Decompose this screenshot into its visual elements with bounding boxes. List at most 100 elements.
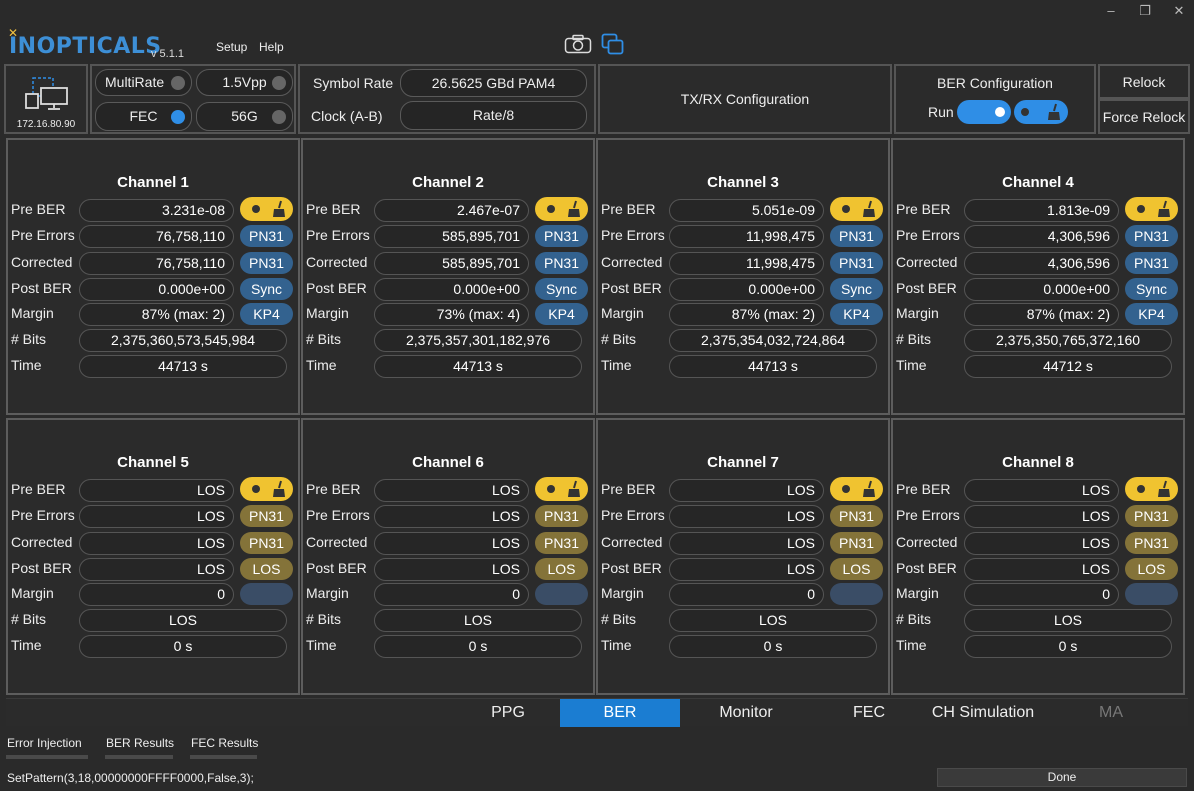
channel-corrected-value: LOS (79, 532, 234, 555)
toggle-knob (1137, 205, 1145, 213)
symbol-rate-panel: Symbol Rate 26.5625 GBd PAM4 Clock (A-B)… (298, 64, 596, 134)
rx-pattern-tag[interactable]: PN31 (830, 252, 883, 274)
fec-type-tag[interactable]: KP4 (535, 303, 588, 325)
row-label: Pre BER (11, 201, 66, 217)
minimize-icon[interactable]: – (1098, 2, 1124, 20)
tab-fec[interactable]: FEC (836, 699, 902, 727)
subtab-underline (6, 755, 88, 759)
broom-icon (863, 480, 875, 497)
rx-pattern-tag[interactable]: PN31 (830, 532, 883, 554)
row-label: Margin (601, 305, 644, 321)
fec-toggle[interactable]: FEC (95, 102, 192, 131)
fec-type-tag[interactable] (240, 583, 293, 605)
clear-counters-toggle[interactable] (535, 197, 588, 221)
run-toggle-knob (995, 107, 1005, 117)
run-toggle[interactable] (957, 100, 1011, 124)
rx-pattern-tag[interactable]: PN31 (240, 252, 293, 274)
channel-pre-ber-value: 2.467e-07 (374, 199, 529, 222)
sync-status-tag[interactable]: LOS (240, 558, 293, 580)
fec-type-tag[interactable] (830, 583, 883, 605)
clear-counters-toggle[interactable] (830, 197, 883, 221)
channel-bits-value: LOS (79, 609, 287, 632)
broom-icon (568, 200, 580, 217)
camera-icon[interactable] (564, 34, 592, 54)
vpp-toggle[interactable]: 1.5Vpp (196, 69, 293, 96)
sync-status-tag[interactable]: LOS (535, 558, 588, 580)
close-icon[interactable]: ✕ (1166, 2, 1192, 20)
row-label: Pre Errors (601, 507, 665, 523)
row-label: Margin (306, 585, 349, 601)
row-label: Post BER (896, 560, 957, 576)
fec-type-tag[interactable] (535, 583, 588, 605)
tab-ber[interactable]: BER (560, 699, 680, 727)
fec-type-tag[interactable]: KP4 (240, 303, 293, 325)
row-label: Pre BER (306, 201, 361, 217)
tx-pattern-tag[interactable]: PN31 (535, 505, 588, 527)
menu-help[interactable]: Help (259, 40, 284, 54)
channel-pre-errors-value: 76,758,110 (79, 225, 234, 248)
tab-ma[interactable]: MA (1086, 699, 1136, 727)
clear-counters-toggle[interactable] (830, 477, 883, 501)
sync-status-tag[interactable]: Sync (1125, 278, 1178, 300)
sync-status-tag[interactable]: LOS (1125, 558, 1178, 580)
rx-pattern-tag[interactable]: PN31 (535, 252, 588, 274)
maximize-icon[interactable]: ❐ (1132, 2, 1158, 20)
row-label: Margin (896, 305, 939, 321)
clear-counters-toggle[interactable] (240, 197, 293, 221)
subtab-ber-results[interactable]: BER Results (106, 736, 174, 750)
sync-status-tag[interactable]: Sync (535, 278, 588, 300)
txrx-configuration-button[interactable]: TX/RX Configuration (598, 64, 892, 134)
clear-counters-toggle[interactable] (1125, 477, 1178, 501)
tab-monitor[interactable]: Monitor (696, 699, 796, 727)
tab-ppg[interactable]: PPG (470, 699, 546, 727)
device-connection[interactable]: 172.16.80.90 (4, 64, 88, 134)
clear-counters-toggle[interactable] (240, 477, 293, 501)
channel-title: Channel 7 (707, 454, 779, 471)
rx-pattern-tag[interactable]: PN31 (240, 532, 293, 554)
channel-pre-errors-value: LOS (964, 505, 1119, 528)
channel-bits-value: 2,375,354,032,724,864 (669, 329, 877, 352)
symbol-rate-select[interactable]: 26.5625 GBd PAM4 (400, 69, 587, 97)
force-relock-button[interactable]: Force Relock (1098, 99, 1190, 134)
vpp-indicator (272, 75, 286, 90)
tx-pattern-tag[interactable]: PN31 (830, 505, 883, 527)
subtab-fec-results[interactable]: FEC Results (191, 736, 258, 750)
clock-select[interactable]: Rate/8 (400, 101, 587, 130)
sync-status-tag[interactable]: Sync (240, 278, 293, 300)
channel-post-ber-value: LOS (79, 558, 234, 581)
channel-panel: Channel 4 Pre BER 1.813e-09 Pre Errors 4,306… (891, 138, 1185, 415)
rx-pattern-tag[interactable]: PN31 (1125, 252, 1178, 274)
row-label: Pre BER (601, 481, 656, 497)
tx-pattern-tag[interactable]: PN31 (1125, 225, 1178, 247)
row-label: Pre Errors (11, 227, 75, 243)
copy-window-icon[interactable] (601, 33, 625, 55)
row-label: Corrected (896, 534, 958, 550)
relock-button[interactable]: Relock (1098, 64, 1190, 99)
channel-panel: Channel 2 Pre BER 2.467e-07 Pre Errors 585,8… (301, 138, 595, 415)
tx-pattern-tag[interactable]: PN31 (830, 225, 883, 247)
tx-pattern-tag[interactable]: PN31 (1125, 505, 1178, 527)
sync-status-tag[interactable]: LOS (830, 558, 883, 580)
fec-type-tag[interactable] (1125, 583, 1178, 605)
rx-pattern-tag[interactable]: PN31 (535, 532, 588, 554)
channel-corrected-value: LOS (374, 532, 529, 555)
clear-toggle[interactable] (1014, 100, 1068, 124)
channel-corrected-value: 4,306,596 (964, 252, 1119, 275)
clear-counters-toggle[interactable] (535, 477, 588, 501)
channel-bits-value: 2,375,357,301,182,976 (374, 329, 582, 352)
clear-counters-toggle[interactable] (1125, 197, 1178, 221)
tx-pattern-tag[interactable]: PN31 (240, 225, 293, 247)
multirate-toggle[interactable]: MultiRate (95, 69, 192, 96)
row-label: Time (601, 357, 632, 373)
rx-pattern-tag[interactable]: PN31 (1125, 532, 1178, 554)
fec-type-tag[interactable]: KP4 (830, 303, 883, 325)
tx-pattern-tag[interactable]: PN31 (240, 505, 293, 527)
rate-toggle[interactable]: 56G (196, 102, 293, 131)
subtab-error-injection[interactable]: Error Injection (7, 736, 82, 750)
tx-pattern-tag[interactable]: PN31 (535, 225, 588, 247)
menu-setup[interactable]: Setup (216, 40, 247, 54)
tab-ch-simulation[interactable]: CH Simulation (918, 699, 1048, 727)
sync-status-tag[interactable]: Sync (830, 278, 883, 300)
fec-type-tag[interactable]: KP4 (1125, 303, 1178, 325)
channel-margin-value: 87% (max: 2) (669, 303, 824, 326)
